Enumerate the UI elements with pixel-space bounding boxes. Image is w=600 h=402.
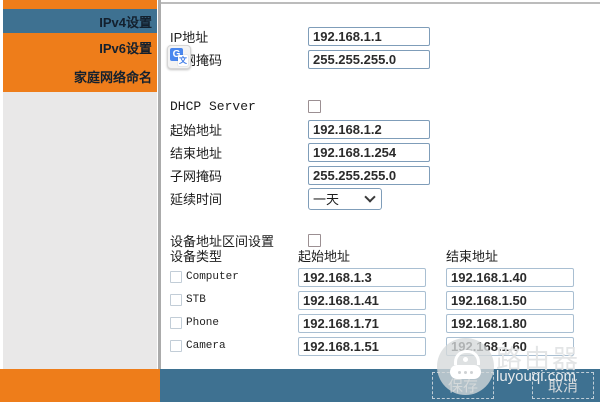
lease-time-row: 延续时间 一天 [161, 187, 600, 210]
table-row: STB [170, 289, 600, 311]
lease-time-label: 延续时间 [161, 189, 308, 208]
camera-checkbox[interactable] [170, 340, 182, 352]
lease-time-value: 一天 [313, 189, 339, 208]
lease-time-select[interactable]: 一天 [308, 188, 382, 210]
ip-address-input[interactable] [308, 27, 430, 46]
subnet-mask-top-row: 子网掩码 G 文 [161, 48, 600, 71]
computer-checkbox[interactable] [170, 271, 182, 283]
sidebar-item-ipv6[interactable]: IPv6设置 [3, 33, 157, 61]
start-address-label: 起始地址 [161, 120, 308, 139]
phone-label: Phone [186, 317, 219, 329]
stb-start-input[interactable] [298, 291, 426, 310]
footer-action-bar: 保存 取消 [160, 369, 600, 402]
cancel-button[interactable]: 取消 [532, 372, 594, 399]
start-address-row: 起始地址 [161, 118, 600, 141]
computer-start-input[interactable] [298, 268, 426, 287]
dhcp-server-row: DHCP Server [161, 95, 600, 118]
subnet-mask-label: 子网掩码 [161, 166, 308, 185]
camera-start-input[interactable] [298, 337, 426, 356]
router-settings-page: IPv4设置 IPv6设置 家庭网络命名 IP地址 子网掩码 G [0, 0, 600, 402]
phone-end-input[interactable] [446, 314, 574, 333]
sidebar: IPv4设置 IPv6设置 家庭网络命名 [0, 0, 160, 402]
end-address-row: 结束地址 [161, 141, 600, 164]
camera-label: Camera [186, 340, 226, 352]
sidebar-nav: IPv4设置 IPv6设置 家庭网络命名 [3, 0, 157, 92]
subnet-mask-input[interactable] [308, 166, 430, 185]
device-end-header: 结束地址 [446, 246, 594, 265]
chevron-down-icon [364, 191, 375, 202]
stb-label: STB [186, 294, 206, 306]
stb-checkbox[interactable] [170, 294, 182, 306]
phone-checkbox[interactable] [170, 317, 182, 329]
end-address-label: 结束地址 [161, 143, 308, 162]
subnet-mask-row: 子网掩码 [161, 164, 600, 187]
sidebar-item-ipv4[interactable]: IPv4设置 [3, 9, 157, 33]
ip-address-label: IP地址 [161, 27, 308, 46]
sidebar-empty-panel [3, 92, 157, 369]
sidebar-item-home-network-naming[interactable]: 家庭网络命名 [3, 61, 157, 91]
computer-label: Computer [186, 271, 239, 283]
camera-end-input[interactable] [446, 337, 574, 356]
save-button[interactable]: 保存 [432, 372, 494, 399]
settings-form-panel: IP地址 子网掩码 G 文 DHCP Server [161, 0, 600, 369]
device-type-header: 设备类型 [170, 246, 298, 265]
table-row: Computer [170, 266, 600, 288]
device-range-table: 设备类型 起始地址 结束地址 Computer STB [161, 249, 600, 357]
end-address-input[interactable] [308, 143, 430, 162]
dhcp-server-checkbox[interactable] [308, 100, 321, 113]
computer-end-input[interactable] [446, 268, 574, 287]
device-table-header: 设备类型 起始地址 结束地址 [170, 249, 600, 265]
table-row: Camera [170, 335, 600, 357]
subnet-mask-top-input[interactable] [308, 50, 430, 69]
table-row: Phone [170, 312, 600, 334]
sidebar-footer-strip [0, 369, 160, 402]
translate-wen-glyph: 文 [178, 55, 188, 66]
phone-start-input[interactable] [298, 314, 426, 333]
stb-end-input[interactable] [446, 291, 574, 310]
device-start-header: 起始地址 [298, 246, 446, 265]
google-translate-icon[interactable]: G 文 [167, 45, 191, 69]
dhcp-server-label: DHCP Server [161, 99, 308, 114]
start-address-input[interactable] [308, 120, 430, 139]
ip-address-row: IP地址 [161, 25, 600, 48]
